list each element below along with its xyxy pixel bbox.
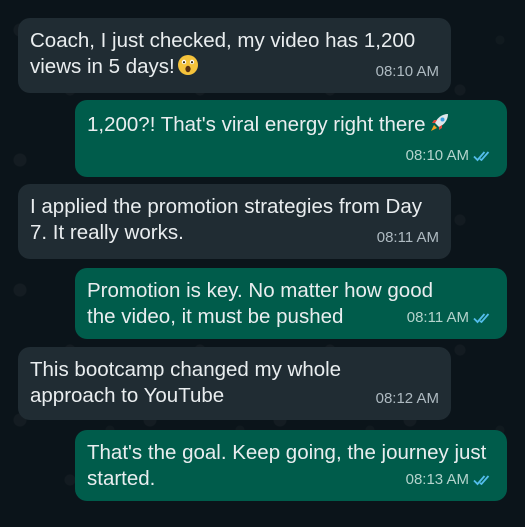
rocket-emoji [428,110,452,141]
outgoing-message[interactable]: That's the goal. Keep going, the journey… [75,430,507,501]
incoming-message[interactable]: I applied the promotion strategies from … [18,184,451,259]
message-time: 08:12 AM [375,390,439,407]
message-meta: 08:11 AM [407,305,495,331]
message-meta: 08:11 AM [377,225,439,251]
message-text: I applied the promotion strategies from … [30,195,422,244]
outgoing-message[interactable]: Promotion is key. No matter how good the… [75,268,507,339]
message-time: 08:11 AM [376,229,439,246]
message-text: This bootcamp changed my whole approach … [30,358,342,407]
message-meta: 08:12 AM [376,386,439,412]
message-meta: 08:10 AM [376,59,439,85]
double-check-icon [473,311,495,325]
message-time: 08:13 AM [405,471,469,488]
astonished-face-emoji [177,54,199,83]
double-check-icon [473,149,495,163]
message-time: 08:11 AM [406,309,469,326]
chat-thread: Coach, I just checked, my video has 1,20… [0,0,525,527]
message-time: 08:10 AM [375,63,439,80]
incoming-message[interactable]: Coach, I just checked, my video has 1,20… [18,18,451,93]
double-check-icon [473,473,495,487]
message-time: 08:10 AM [405,147,469,164]
message-text: 1,200?! That's viral energy right there [87,110,495,141]
outgoing-message[interactable]: 1,200?! That's viral energy right there … [75,100,507,177]
message-meta: 08:10 AM [406,143,495,169]
incoming-message[interactable]: This bootcamp changed my whole approach … [18,347,451,420]
message-meta: 08:13 AM [406,467,495,493]
